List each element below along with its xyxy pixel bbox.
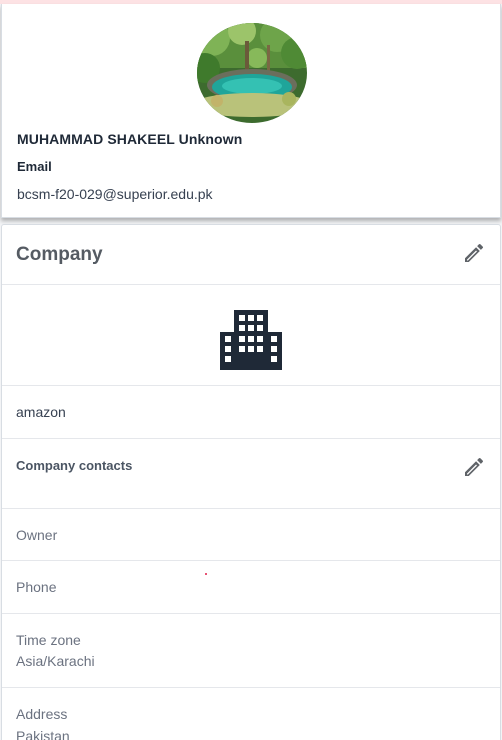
company-contacts-header: Company contacts <box>2 439 500 509</box>
email-value[interactable]: bcsm-f20-029@superior.edu.pk <box>17 186 213 202</box>
phone-label: Phone <box>16 579 57 595</box>
company-name-row: amazon <box>2 386 500 439</box>
building-icon <box>220 310 282 375</box>
company-card: Company amazon Company contacts Owner Ph… <box>1 224 501 740</box>
timezone-label: Time zone <box>16 632 81 648</box>
company-title: Company <box>16 244 103 265</box>
email-label: Email <box>17 159 52 174</box>
edit-company-button[interactable] <box>462 241 486 265</box>
address-label: Address <box>16 706 68 722</box>
address-row: Address Pakistan <box>2 688 500 740</box>
timezone-row: Time zone Asia/Karachi <box>2 614 500 688</box>
profile-card: MUHAMMAD SHAKEEL Unknown Email bcsm-f20-… <box>1 4 501 218</box>
avatar <box>197 23 307 123</box>
pencil-icon <box>465 243 484 262</box>
company-logo-row <box>2 285 500 386</box>
owner-label: Owner <box>16 527 58 543</box>
cursor-dot <box>205 573 207 575</box>
pencil-icon <box>465 457 484 476</box>
address-value: Pakistan <box>16 728 70 740</box>
phone-row: Phone <box>2 561 500 614</box>
edit-contacts-button[interactable] <box>462 455 486 479</box>
owner-row: Owner <box>2 509 500 561</box>
company-contacts-title: Company contacts <box>16 458 133 473</box>
company-name: amazon <box>16 404 66 420</box>
company-header: Company <box>2 225 500 285</box>
timezone-value: Asia/Karachi <box>16 653 95 669</box>
profile-name: MUHAMMAD SHAKEEL Unknown <box>17 131 243 147</box>
